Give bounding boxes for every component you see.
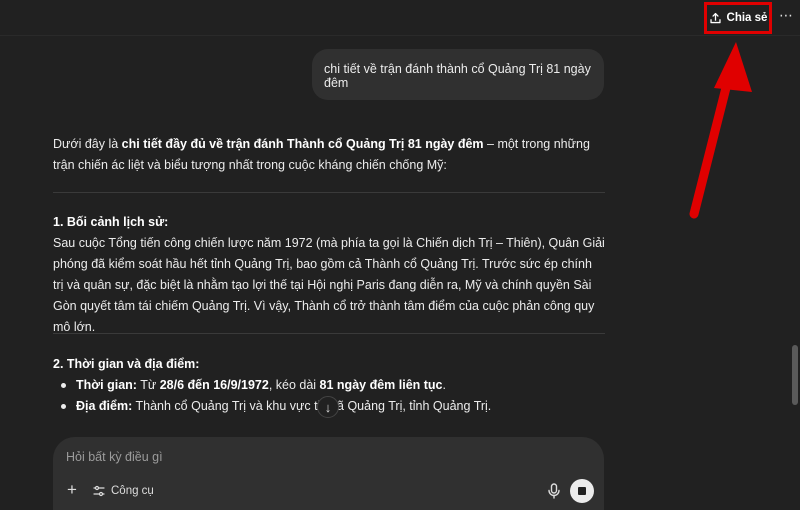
composer: + Công cụ bbox=[53, 437, 604, 510]
ellipsis-icon[interactable]: ⋯ bbox=[776, 8, 796, 26]
prompt-input[interactable] bbox=[66, 446, 566, 468]
stop-button[interactable] bbox=[570, 479, 594, 503]
list-item: Thời gian: Từ 28/6 đến 16/9/1972, kéo dà… bbox=[53, 375, 605, 396]
section-text: Sau cuộc Tổng tiến công chiến lược năm 1… bbox=[53, 236, 605, 334]
bullet-bold: 81 ngày đêm liên tục bbox=[319, 378, 443, 392]
scrollbar-thumb[interactable] bbox=[792, 345, 798, 405]
tools-button[interactable]: Công cụ bbox=[93, 482, 154, 500]
section-title: 2. Thời gian và địa điểm: bbox=[53, 357, 200, 371]
plus-icon[interactable]: + bbox=[64, 481, 80, 498]
intro-paragraph: Dưới đây là chi tiết đầy đủ về trận đánh… bbox=[53, 134, 605, 176]
microphone-icon[interactable] bbox=[547, 483, 561, 499]
top-bar: Chia sẻ ⋯ bbox=[0, 0, 800, 36]
bullet-label: Thời gian: bbox=[76, 378, 137, 392]
sliders-icon bbox=[93, 485, 105, 497]
user-message-text: chi tiết về trận đánh thành cổ Quảng Trị… bbox=[324, 62, 591, 90]
intro-text: Dưới đây là bbox=[53, 137, 122, 151]
bullet-text: Từ bbox=[136, 378, 160, 392]
share-upload-icon bbox=[709, 12, 721, 23]
divider bbox=[53, 333, 605, 334]
user-message-bubble: chi tiết về trận đánh thành cổ Quảng Trị… bbox=[312, 49, 604, 100]
red-arrow-annotation bbox=[689, 42, 752, 219]
scroll-down-button[interactable]: ↓ bbox=[317, 396, 339, 418]
bullet-bold: 28/6 đến 16/9/1972 bbox=[159, 378, 269, 392]
intro-bold: chi tiết đầy đủ về trận đánh Thành cổ Qu… bbox=[121, 137, 484, 151]
section-context: 1. Bối cảnh lịch sử: Sau cuộc Tổng tiến … bbox=[53, 212, 605, 338]
section-title: 1. Bối cảnh lịch sử: bbox=[53, 215, 169, 229]
bullet-text: . bbox=[442, 378, 446, 392]
bullet-text: , kéo dài bbox=[268, 378, 320, 392]
assistant-response: Dưới đây là chi tiết đầy đủ về trận đánh… bbox=[53, 134, 605, 176]
bullet-label: Địa điểm: bbox=[76, 399, 133, 413]
share-button-label: Chia sẻ bbox=[726, 12, 768, 24]
share-button[interactable]: Chia sẻ bbox=[704, 2, 772, 34]
arrow-down-icon: ↓ bbox=[324, 399, 332, 415]
stop-icon bbox=[578, 487, 586, 495]
divider bbox=[53, 192, 605, 193]
bullet-text: Thành cổ Quảng Trị và khu vực thị xã Quả… bbox=[132, 399, 492, 413]
tools-label: Công cụ bbox=[111, 485, 154, 497]
